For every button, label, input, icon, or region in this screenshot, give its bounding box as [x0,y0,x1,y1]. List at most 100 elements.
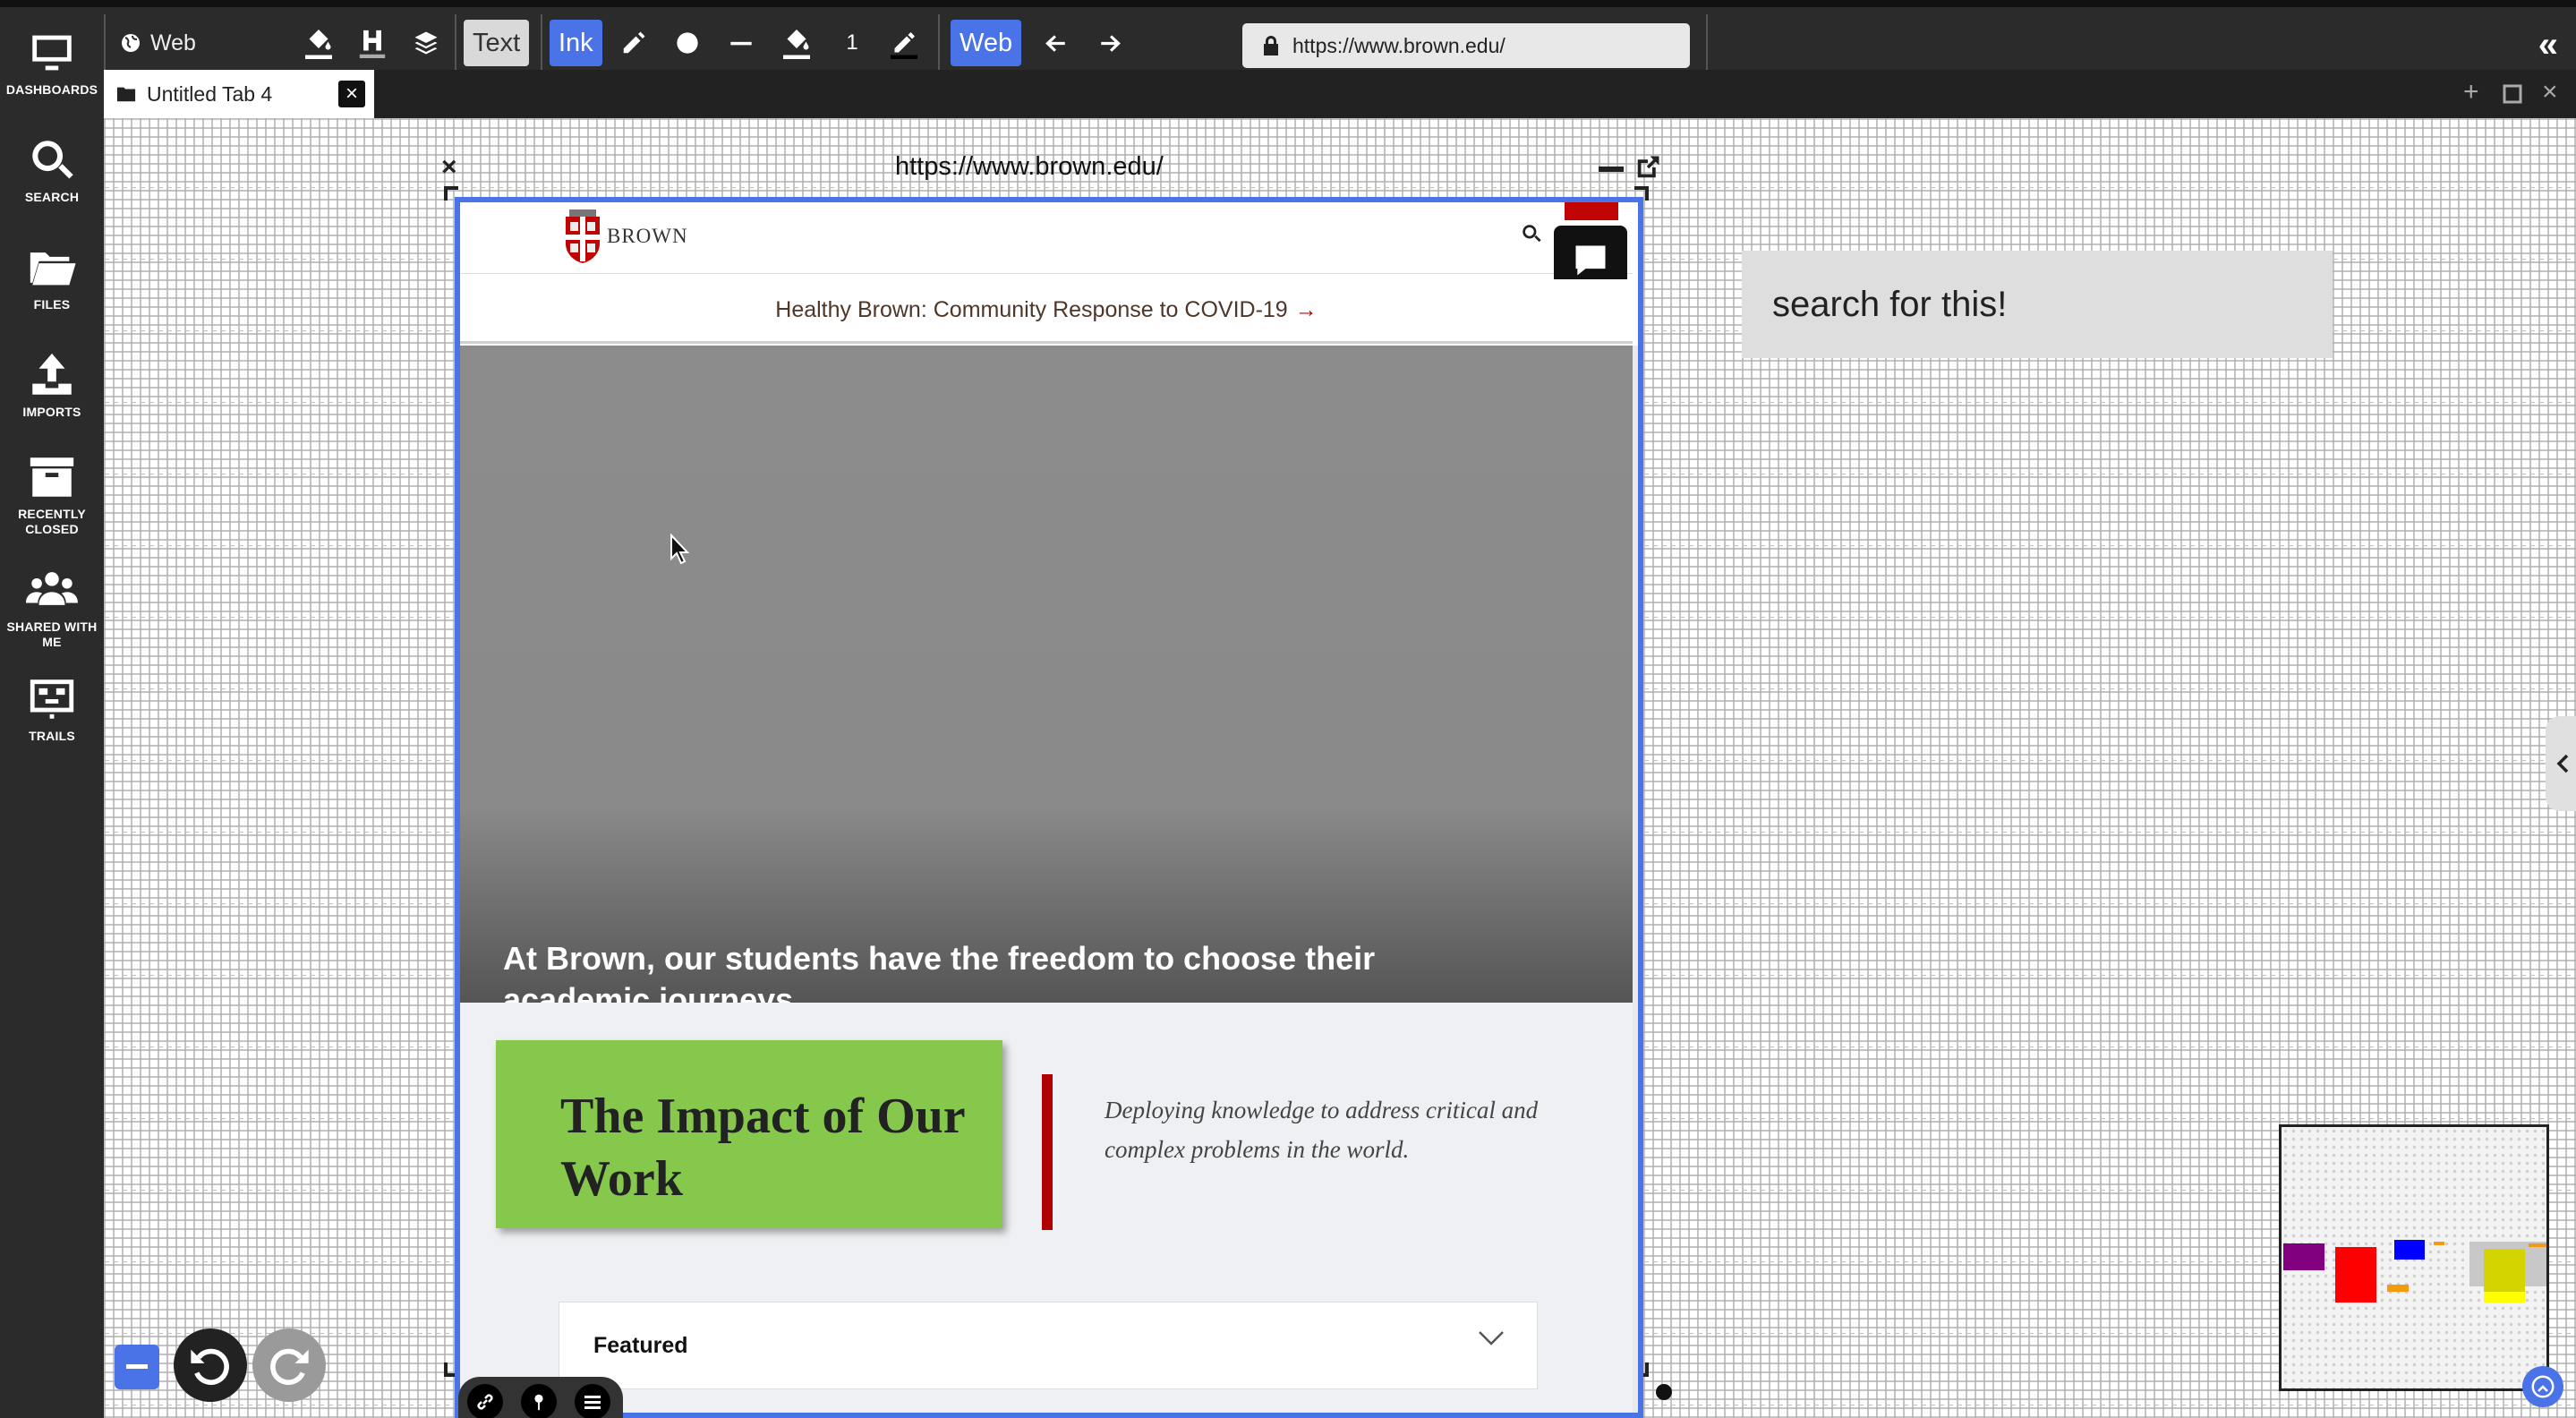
external-link-icon [1637,156,1659,178]
covid-banner[interactable]: Healthy Brown: Community Response to COV… [460,279,1633,344]
layers-icon [414,31,438,55]
collapse-toolbar-button[interactable]: « [2538,27,2558,63]
ink-tool-button[interactable]: Ink [550,20,602,66]
pin-button[interactable] [521,1384,557,1418]
close-window-button[interactable]: × [2542,79,2558,106]
sidebar-item-trails[interactable]: TRAILS [0,673,104,744]
top-toolbar: Web Text Ink 1 Web https://www.brown.edu… [104,0,2576,73]
document-title: https://www.brown.edu/ [895,152,1164,181]
minimap-item [2529,1243,2546,1247]
tab-bar: Untitled Tab 4 × + × [104,70,2576,118]
site-header: BROWN [460,202,1633,295]
document-open-external-button[interactable] [1634,154,1661,185]
document-close-button[interactable]: × [441,152,457,183]
menu-button[interactable] [575,1384,610,1418]
impact-description: Deploying knowledge to address critical … [1105,1097,1539,1163]
trails-icon [30,679,74,719]
document-tools [458,1377,623,1418]
url-field[interactable]: https://www.brown.edu/ [1242,23,1690,68]
accent-bar [1042,1074,1053,1230]
back-button[interactable] [1038,14,1074,72]
minimap-item [2434,1242,2444,1245]
minus-icon [126,1364,148,1369]
hero-caption: At Brown, our students have the freedom … [503,940,1376,1003]
separator [938,14,940,73]
sidebar-item-label: SHARED WITH ME [6,619,98,649]
separator [455,14,456,73]
close-icon: × [441,152,457,182]
impact-card[interactable]: The Impact of Our Work [496,1040,1002,1228]
arrow-right-icon [1101,35,1121,52]
impact-section: The Impact of Our Work Deploying knowled… [460,1003,1633,1413]
pen-button[interactable] [616,14,652,72]
upload-icon [32,353,72,395]
line-shape-button[interactable] [723,14,759,72]
impact-title: The Impact of Our Work [560,1089,965,1207]
link-icon [477,1394,493,1410]
search-icon [1523,225,1541,243]
sidebar-item-search[interactable]: SEARCH [0,134,104,205]
stroke-color-button[interactable] [884,14,924,72]
stroke-width-value[interactable]: 1 [834,14,870,72]
document-minimize-button[interactable] [1599,167,1624,172]
fill-color-button[interactable] [299,14,338,72]
sidebar-item-recently-closed[interactable]: RECENTLY CLOSED [0,451,104,537]
plus-icon: + [2463,77,2479,107]
ink-fill-button[interactable] [777,14,816,72]
circle-shape-button[interactable] [670,14,705,72]
sidebar-item-shared[interactable]: SHARED WITH ME [0,564,104,650]
layers-button[interactable] [408,14,444,72]
document-scrollbar[interactable] [1633,346,1638,1413]
heading-button[interactable] [354,14,390,72]
sidebar-item-label: DASHBOARDS [5,82,98,97]
text-note[interactable]: search for this! [1742,251,2333,358]
forward-button[interactable] [1092,14,1128,72]
redo-button[interactable] [252,1328,326,1402]
sidebar-item-label: IMPORTS [22,405,81,419]
web-mode-toggle[interactable]: Web [120,14,196,72]
featured-dropdown[interactable]: Featured [559,1302,1538,1389]
tab-close-button[interactable]: × [338,81,365,107]
folder-icon [116,87,136,102]
link-button[interactable] [467,1384,503,1418]
heading-icon [359,30,386,58]
document-resize-dot[interactable] [1656,1384,1672,1400]
web-tool-button[interactable]: Web [951,20,1022,66]
site-search-button[interactable] [1520,222,1543,250]
minimap[interactable] [2279,1124,2549,1391]
sidebar-item-dashboards[interactable]: DASHBOARDS [0,27,104,98]
zoom-out-button[interactable] [115,1345,159,1389]
hamburger-icon [584,1396,601,1409]
close-icon: × [2542,77,2558,107]
minimap-item [2335,1247,2376,1303]
separator [541,14,542,73]
folder-icon [30,252,76,286]
sidebar-item-imports[interactable]: IMPORTS [0,349,104,420]
maximize-button[interactable] [2503,82,2522,109]
close-icon: × [345,81,358,106]
separator [1706,14,1708,73]
site-menu-button[interactable] [1565,202,1618,220]
minimap-toggle-button[interactable] [2522,1366,2563,1407]
new-tab-button[interactable]: + [2463,79,2479,106]
users-icon [26,572,78,605]
text-tool-button[interactable]: Text [464,20,530,66]
properties-panel-toggle[interactable] [2546,716,2576,811]
double-chevron-left-icon: « [2538,25,2558,64]
sidebar-item-files[interactable]: FILES [0,242,104,312]
redo-icon [270,1348,309,1385]
maximize-icon [2503,84,2522,104]
covid-banner-text: Healthy Brown: Community Response to COV… [775,297,1288,322]
left-sidebar: DASHBOARDS SEARCH FILES IMPORTS RECENTLY… [0,0,104,1418]
web-document[interactable]: BROWN Healthy Brown: Community Response … [455,197,1643,1418]
arrow-right-icon: → [1294,297,1318,322]
paint-bucket-icon [783,30,810,59]
tab-untitled-4[interactable]: Untitled Tab 4 × [104,70,374,118]
cursor-arrow-icon [670,533,690,565]
arrow-left-icon [1045,35,1065,52]
minimap-item [2387,1285,2409,1292]
lock-icon [1264,36,1278,56]
pencil-icon [623,31,645,54]
undo-button[interactable] [174,1328,247,1402]
brown-logo[interactable]: BROWN [564,208,688,265]
